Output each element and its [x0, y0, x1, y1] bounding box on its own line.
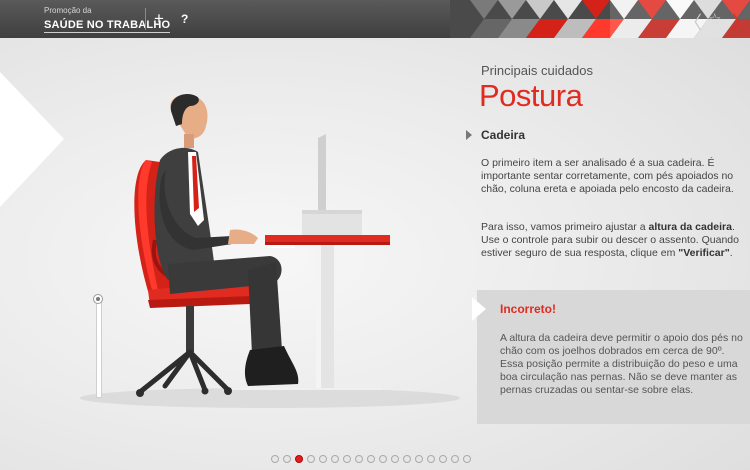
feedback-text: A altura da cadeira deve permitir o apoi…	[500, 332, 743, 396]
previous-button[interactable]: 〈	[684, 9, 702, 35]
page-dot[interactable]	[307, 455, 315, 463]
brand-logo: Promoção da SAÚDE NO TRABALHO	[44, 6, 171, 33]
header-pattern	[450, 0, 750, 38]
intro-paragraph: O primeiro item a ser analisado é a sua …	[481, 157, 734, 195]
page-dot[interactable]	[415, 455, 423, 463]
page-dot[interactable]	[391, 455, 399, 463]
favorite-button[interactable]: ☆	[708, 10, 721, 28]
next-button[interactable]: 〉	[732, 9, 750, 35]
help-button[interactable]: ?	[181, 12, 188, 26]
section-arrow-icon	[466, 130, 472, 140]
height-slider-thumb[interactable]	[93, 294, 103, 304]
page-dot[interactable]	[427, 455, 435, 463]
page-dot[interactable]	[271, 455, 279, 463]
page-dot[interactable]	[331, 455, 339, 463]
instruction-text-3: .	[729, 247, 733, 259]
brand-title: SAÚDE NO TRABALHO	[44, 19, 171, 33]
page-dot[interactable]	[343, 455, 351, 463]
top-bar: Promoção da SAÚDE NO TRABALHO + ? 〈 ☆ 〉	[0, 0, 750, 38]
page-dot[interactable]	[439, 455, 447, 463]
page-indicator	[271, 455, 471, 463]
header-divider	[145, 8, 146, 30]
feedback-title: Incorreto!	[500, 302, 557, 316]
instruction-paragraph: Para isso, vamos primeiro ajustar a altu…	[481, 221, 750, 260]
instruction-highlight: altura da cadeira	[648, 221, 732, 233]
feedback-arrow-icon	[472, 297, 486, 321]
page-dot[interactable]	[355, 455, 363, 463]
page-dot[interactable]	[379, 455, 387, 463]
stage-background: Promoção da SAÚDE NO TRABALHO + ? 〈 ☆ 〉	[0, 0, 750, 470]
height-slider-track[interactable]	[96, 298, 102, 398]
page-dot[interactable]	[295, 455, 303, 463]
monitor	[302, 134, 362, 236]
posture-illustration	[80, 94, 460, 408]
page-dot[interactable]	[403, 455, 411, 463]
instruction-text-1: Para isso, vamos primeiro ajustar a	[481, 221, 649, 233]
page-title: Postura	[479, 78, 583, 113]
page-dot[interactable]	[283, 455, 291, 463]
page-dot[interactable]	[367, 455, 375, 463]
page-dot[interactable]	[319, 455, 327, 463]
instruction-verify-quote: "Verificar"	[678, 247, 730, 259]
plus-button[interactable]: +	[154, 10, 164, 27]
page-dot[interactable]	[463, 455, 471, 463]
brand-subtitle: Promoção da	[44, 6, 92, 15]
page-dot[interactable]	[451, 455, 459, 463]
section-title: Cadeira	[481, 128, 526, 142]
page-subtitle: Principais cuidados	[481, 63, 594, 78]
